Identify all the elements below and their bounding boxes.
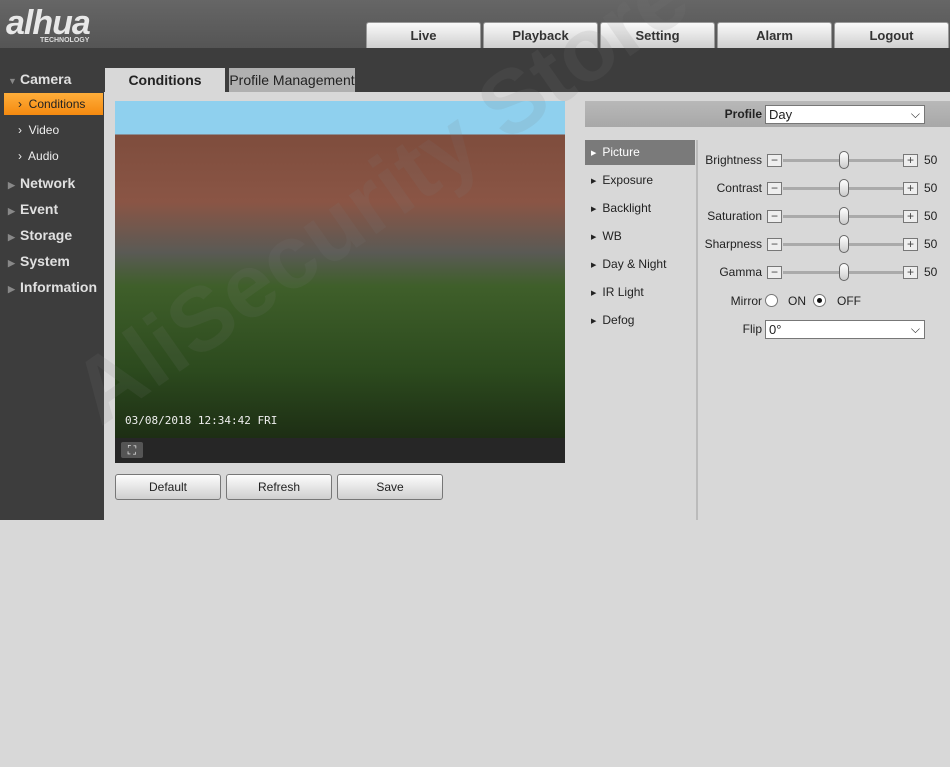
label: System — [20, 253, 70, 269]
plus-button[interactable]: + — [903, 182, 918, 195]
slider-label: Sharpness — [704, 237, 762, 251]
live-video: 03/08/2018 12:34:42 FRI — [115, 101, 565, 438]
mirror-off-radio[interactable] — [813, 294, 826, 307]
label: Camera — [20, 71, 72, 87]
slider-label: Brightness — [705, 153, 762, 167]
nav-playback[interactable]: Playback — [483, 22, 598, 48]
triangle-right-icon: ▶ — [8, 258, 15, 268]
label: Audio — [28, 149, 59, 163]
triangle-right-icon: ▶ — [8, 232, 15, 242]
slider-value: 50 — [924, 153, 938, 167]
minus-button[interactable]: − — [767, 154, 782, 167]
tab-conditions[interactable]: Conditions — [105, 68, 225, 92]
nav-live[interactable]: Live — [366, 22, 481, 48]
triangle-right-icon: ▶ — [591, 262, 597, 269]
label: Exposure — [602, 173, 654, 187]
triangle-right-icon: ▶ — [591, 206, 597, 213]
plus-button[interactable]: + — [903, 238, 918, 251]
slider-value: 50 — [924, 265, 938, 279]
slider-label: Gamma — [719, 265, 762, 279]
label: Video — [28, 123, 60, 137]
plus-button[interactable]: + — [903, 154, 918, 167]
nav-setting[interactable]: Setting — [600, 22, 715, 48]
triangle-right-icon: ▶ — [8, 180, 15, 190]
slider-handle[interactable] — [838, 151, 849, 169]
triangle-right-icon: ▶ — [591, 290, 597, 297]
profile-label: Profile — [724, 107, 762, 121]
triangle-right-icon: ▶ — [591, 178, 597, 185]
sidebar-event[interactable]: ▶ Event — [0, 196, 104, 222]
label: Information — [20, 279, 97, 295]
mirror-on-label: ON — [788, 294, 806, 308]
video-toolbar — [115, 438, 565, 463]
sidebar-information[interactable]: ▶ Information — [0, 274, 104, 300]
tab-profile-management[interactable]: Profile Management — [229, 68, 355, 92]
mirror-label: Mirror — [730, 294, 762, 308]
label: Day & Night — [602, 257, 667, 271]
slider-handle[interactable] — [838, 263, 849, 281]
triangle-right-icon: ▶ — [591, 234, 597, 241]
fullscreen-icon[interactable]: ⛶ — [121, 442, 143, 458]
nav-logout[interactable]: Logout — [834, 22, 949, 48]
slider-value: 50 — [924, 237, 938, 251]
plus-button[interactable]: + — [903, 210, 918, 223]
slider-value: 50 — [924, 181, 938, 195]
flip-label: Flip — [742, 322, 762, 336]
chevron-down-icon: ⌵ — [910, 322, 920, 336]
value: Day — [769, 107, 793, 122]
value: 0° — [769, 322, 782, 337]
sidebar-network[interactable]: ▶ Network — [0, 170, 104, 196]
sidebar-item-conditions[interactable]: › Conditions — [4, 93, 103, 115]
label: IR Light — [602, 285, 644, 299]
sidebar-camera[interactable]: ▼ Camera — [0, 66, 104, 92]
label: Picture — [602, 145, 640, 159]
default-button[interactable]: Default — [115, 474, 221, 500]
minus-button[interactable]: − — [767, 266, 782, 279]
label: Backlight — [602, 201, 652, 215]
label: WB — [602, 229, 622, 243]
slider-label: Saturation — [707, 209, 762, 223]
triangle-right-icon: ▶ — [8, 284, 15, 294]
sidebar-storage[interactable]: ▶ Storage — [0, 222, 104, 248]
refresh-button[interactable]: Refresh — [226, 474, 332, 500]
mirror-on-radio[interactable] — [765, 294, 778, 307]
video-timestamp: 03/08/2018 12:34:42 FRI — [125, 414, 278, 427]
slider-value: 50 — [924, 209, 938, 223]
triangle-right-icon: ▶ — [591, 150, 597, 157]
slider-handle[interactable] — [838, 207, 849, 225]
slider-handle[interactable] — [838, 179, 849, 197]
minus-button[interactable]: − — [767, 182, 782, 195]
minus-button[interactable]: − — [767, 238, 782, 251]
save-button[interactable]: Save — [337, 474, 443, 500]
label: Conditions — [28, 97, 86, 111]
plus-button[interactable]: + — [903, 266, 918, 279]
flip-select[interactable]: 0° ⌵ — [765, 320, 925, 339]
label: Network — [20, 175, 76, 191]
mirror-off-label: OFF — [837, 294, 861, 308]
label: Defog — [602, 313, 635, 327]
minus-button[interactable]: − — [767, 210, 782, 223]
label: Event — [20, 201, 59, 217]
triangle-right-icon: ▶ — [591, 318, 597, 325]
profile-select[interactable]: Day ⌵ — [765, 105, 925, 124]
chevron-down-icon: ⌵ — [910, 107, 920, 121]
slider-handle[interactable] — [838, 235, 849, 253]
triangle-down-icon: ▼ — [8, 76, 17, 86]
logo-subtitle: TECHNOLOGY — [40, 37, 90, 44]
sidebar-item-audio[interactable]: › Audio — [4, 145, 103, 167]
nav-alarm[interactable]: Alarm — [717, 22, 832, 48]
triangle-right-icon: ▶ — [8, 206, 15, 216]
slider-label: Contrast — [716, 181, 762, 195]
sidebar-item-video[interactable]: › Video — [4, 119, 103, 141]
label: Storage — [20, 227, 73, 243]
sidebar-system[interactable]: ▶ System — [0, 248, 104, 274]
